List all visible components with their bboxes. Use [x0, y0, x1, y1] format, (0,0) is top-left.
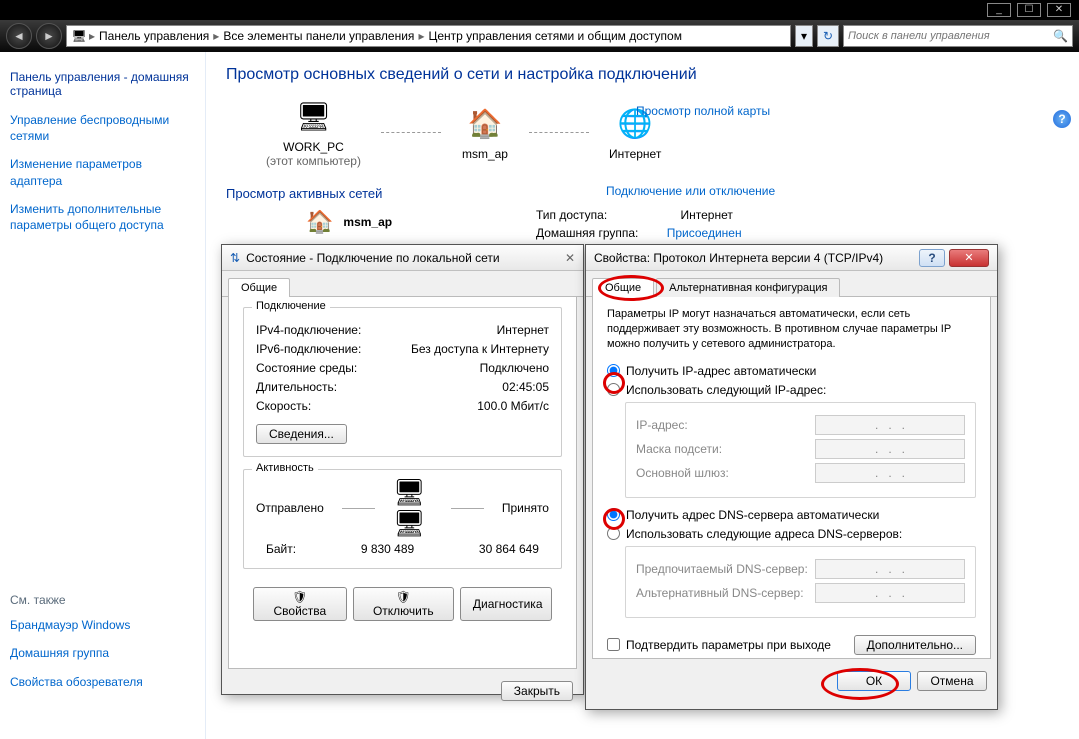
monitors-icon: 🖥🖥: [393, 488, 433, 528]
network-icon: ⇅: [230, 251, 240, 265]
breadcrumb[interactable]: 🖥 ▸ Панель управления ▸ Все элементы пан…: [66, 25, 791, 47]
forward-button[interactable]: ►: [36, 23, 62, 49]
status-dialog: ⇅ Состояние - Подключение по локальной с…: [221, 244, 584, 695]
radio-manual-dns[interactable]: Использовать следующие адреса DNS-сервер…: [607, 527, 976, 541]
advanced-button[interactable]: Дополнительно...: [854, 635, 976, 655]
radio-manual-ip[interactable]: Использовать следующий IP-адрес:: [607, 383, 976, 397]
close-button[interactable]: Закрыть: [501, 681, 573, 701]
connect-disconnect[interactable]: Подключение или отключение: [606, 184, 775, 198]
back-button[interactable]: ◄: [6, 23, 32, 49]
refresh-button[interactable]: ↻: [817, 25, 839, 47]
seealso-homegroup[interactable]: Домашняя группа: [10, 645, 195, 661]
tab-alternate[interactable]: Альтернативная конфигурация: [656, 278, 840, 297]
gateway-field: . . .: [815, 463, 965, 483]
dialog-title: Состояние - Подключение по локальной сет…: [246, 251, 500, 265]
maximize-button[interactable]: ☐: [1017, 3, 1041, 17]
bytes-recv: 30 864 649: [479, 542, 539, 556]
search-box[interactable]: 🔍: [843, 25, 1073, 47]
house-icon: 🏠: [461, 103, 509, 143]
breadcrumb-item[interactable]: Панель управления: [97, 29, 211, 43]
search-icon: 🔍: [1053, 29, 1068, 43]
cancel-button[interactable]: Отмена: [917, 671, 987, 691]
sidebar: Панель управления - домашняя страница Уп…: [0, 52, 205, 739]
breadcrumb-history[interactable]: ▾: [795, 25, 813, 47]
ok-button[interactable]: ОК: [837, 671, 911, 691]
computer-icon: 🖥: [289, 96, 337, 136]
homegroup-link[interactable]: Присоединен: [667, 226, 742, 240]
breadcrumb-item[interactable]: Центр управления сетями и общим доступом: [426, 29, 684, 43]
properties-button[interactable]: 🛡 Свойства: [253, 587, 347, 621]
validate-checkbox[interactable]: Подтвердить параметры при выходе: [607, 638, 831, 652]
sidebar-home[interactable]: Панель управления - домашняя страница: [10, 70, 195, 98]
house-icon: 🏠: [306, 209, 333, 235]
description: Параметры IP могут назначаться автоматич…: [607, 307, 976, 352]
breadcrumb-item[interactable]: Все элементы панели управления: [221, 29, 416, 43]
tab-general[interactable]: Общие: [592, 278, 654, 297]
subnet-mask-field: . . .: [815, 439, 965, 459]
dns1-field: . . .: [815, 559, 965, 579]
diagnose-button[interactable]: Диагностика: [460, 587, 552, 621]
tab-general[interactable]: Общие: [228, 278, 290, 297]
minimize-button[interactable]: _: [987, 3, 1011, 17]
nav-bar: ◄ ► 🖥 ▸ Панель управления ▸ Все элементы…: [0, 20, 1079, 52]
dns2-field: . . .: [815, 583, 965, 603]
seealso-label: См. также: [10, 593, 195, 607]
seealso-ie-options[interactable]: Свойства обозревателя: [10, 674, 195, 690]
node-ap: 🏠 msm_ap: [461, 103, 509, 161]
window-titlebar: _ ☐ ✕: [0, 0, 1079, 20]
close-icon[interactable]: ✕: [565, 251, 575, 265]
seealso-firewall[interactable]: Брандмауэр Windows: [10, 617, 195, 633]
page-title: Просмотр основных сведений о сети и наст…: [226, 66, 1059, 84]
sidebar-link-wireless[interactable]: Управление беспроводными сетями: [10, 112, 195, 144]
dialog-title: Свойства: Протокол Интернета версии 4 (T…: [594, 251, 883, 265]
details-button[interactable]: Сведения...: [256, 424, 347, 444]
help-button[interactable]: ?: [919, 249, 945, 267]
search-input[interactable]: [848, 30, 1053, 42]
control-panel-icon: 🖥: [71, 28, 87, 44]
close-button[interactable]: ✕: [1047, 3, 1071, 17]
sidebar-link-sharing[interactable]: Изменить дополнительные параметры общего…: [10, 201, 195, 233]
radio-auto-dns[interactable]: Получить адрес DNS-сервера автоматически: [607, 508, 976, 522]
view-full-map[interactable]: Просмотр полной карты: [636, 104, 770, 118]
ip-address-field: . . .: [815, 415, 965, 435]
close-button[interactable]: ✕: [949, 249, 989, 267]
bytes-sent: 9 830 489: [361, 542, 414, 556]
node-pc: 🖥 WORK_PC (этот компьютер): [266, 96, 361, 168]
radio-auto-ip[interactable]: Получить IP-адрес автоматически: [607, 364, 976, 378]
ipv4-dialog: Свойства: Протокол Интернета версии 4 (T…: [585, 244, 998, 710]
help-icon[interactable]: ?: [1053, 110, 1071, 128]
network-name: msm_ap: [343, 215, 392, 229]
sidebar-link-adapter[interactable]: Изменение параметров адаптера: [10, 156, 195, 188]
disable-button[interactable]: 🛡 Отключить: [353, 587, 454, 621]
